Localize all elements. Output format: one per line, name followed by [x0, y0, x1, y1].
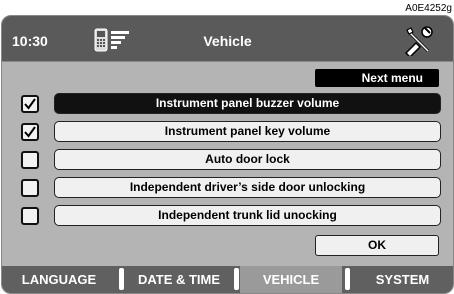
checkbox[interactable]: [21, 179, 39, 197]
option-key-volume[interactable]: Instrument panel key volume: [54, 121, 441, 142]
checkbox[interactable]: [21, 207, 39, 225]
checkmark-icon: [24, 126, 36, 138]
tab-date-time[interactable]: DATE & TIME: [126, 266, 232, 293]
option-auto-door-lock[interactable]: Auto door lock: [54, 149, 441, 170]
page-title: Vehicle: [203, 33, 252, 49]
checkbox[interactable]: [21, 123, 39, 141]
ok-button[interactable]: OK: [315, 235, 439, 256]
option-row[interactable]: Independent trunk lid unocking: [2, 204, 453, 228]
top-bar: 10:30 Vehicle: [2, 16, 453, 61]
vehicle-settings-screen: 10:30 Vehicle Next menu Instrument panel…: [1, 15, 454, 294]
tab-vehicle[interactable]: VEHICLE: [240, 266, 342, 293]
option-row[interactable]: Independent driver’s side door unlocking: [2, 176, 453, 200]
option-row[interactable]: Instrument panel buzzer volume: [2, 92, 453, 116]
option-driver-door-unlocking[interactable]: Independent driver’s side door unlocking: [54, 177, 441, 198]
tab-language[interactable]: LANGUAGE: [2, 266, 116, 293]
figure-id: A0E4252g: [405, 3, 452, 14]
settings-tools-icon[interactable]: [403, 26, 433, 56]
tab-separator: [345, 268, 350, 290]
tab-separator: [234, 268, 239, 290]
options-panel: Next menu Instrument panel buzzer volume…: [2, 61, 453, 266]
tab-system[interactable]: SYSTEM: [352, 266, 453, 293]
checkbox[interactable]: [21, 151, 39, 169]
next-menu-button[interactable]: Next menu: [315, 69, 439, 87]
option-trunk-lid-unlocking[interactable]: Independent trunk lid unocking: [54, 205, 441, 226]
tab-separator: [119, 268, 124, 290]
bottom-tab-bar: LANGUAGE DATE & TIME VEHICLE SYSTEM: [2, 266, 453, 293]
checkbox[interactable]: [21, 95, 39, 113]
checkmark-icon: [24, 98, 36, 110]
option-row[interactable]: Instrument panel key volume: [2, 120, 453, 144]
option-buzzer-volume[interactable]: Instrument panel buzzer volume: [54, 93, 441, 114]
option-row[interactable]: Auto door lock: [2, 148, 453, 172]
